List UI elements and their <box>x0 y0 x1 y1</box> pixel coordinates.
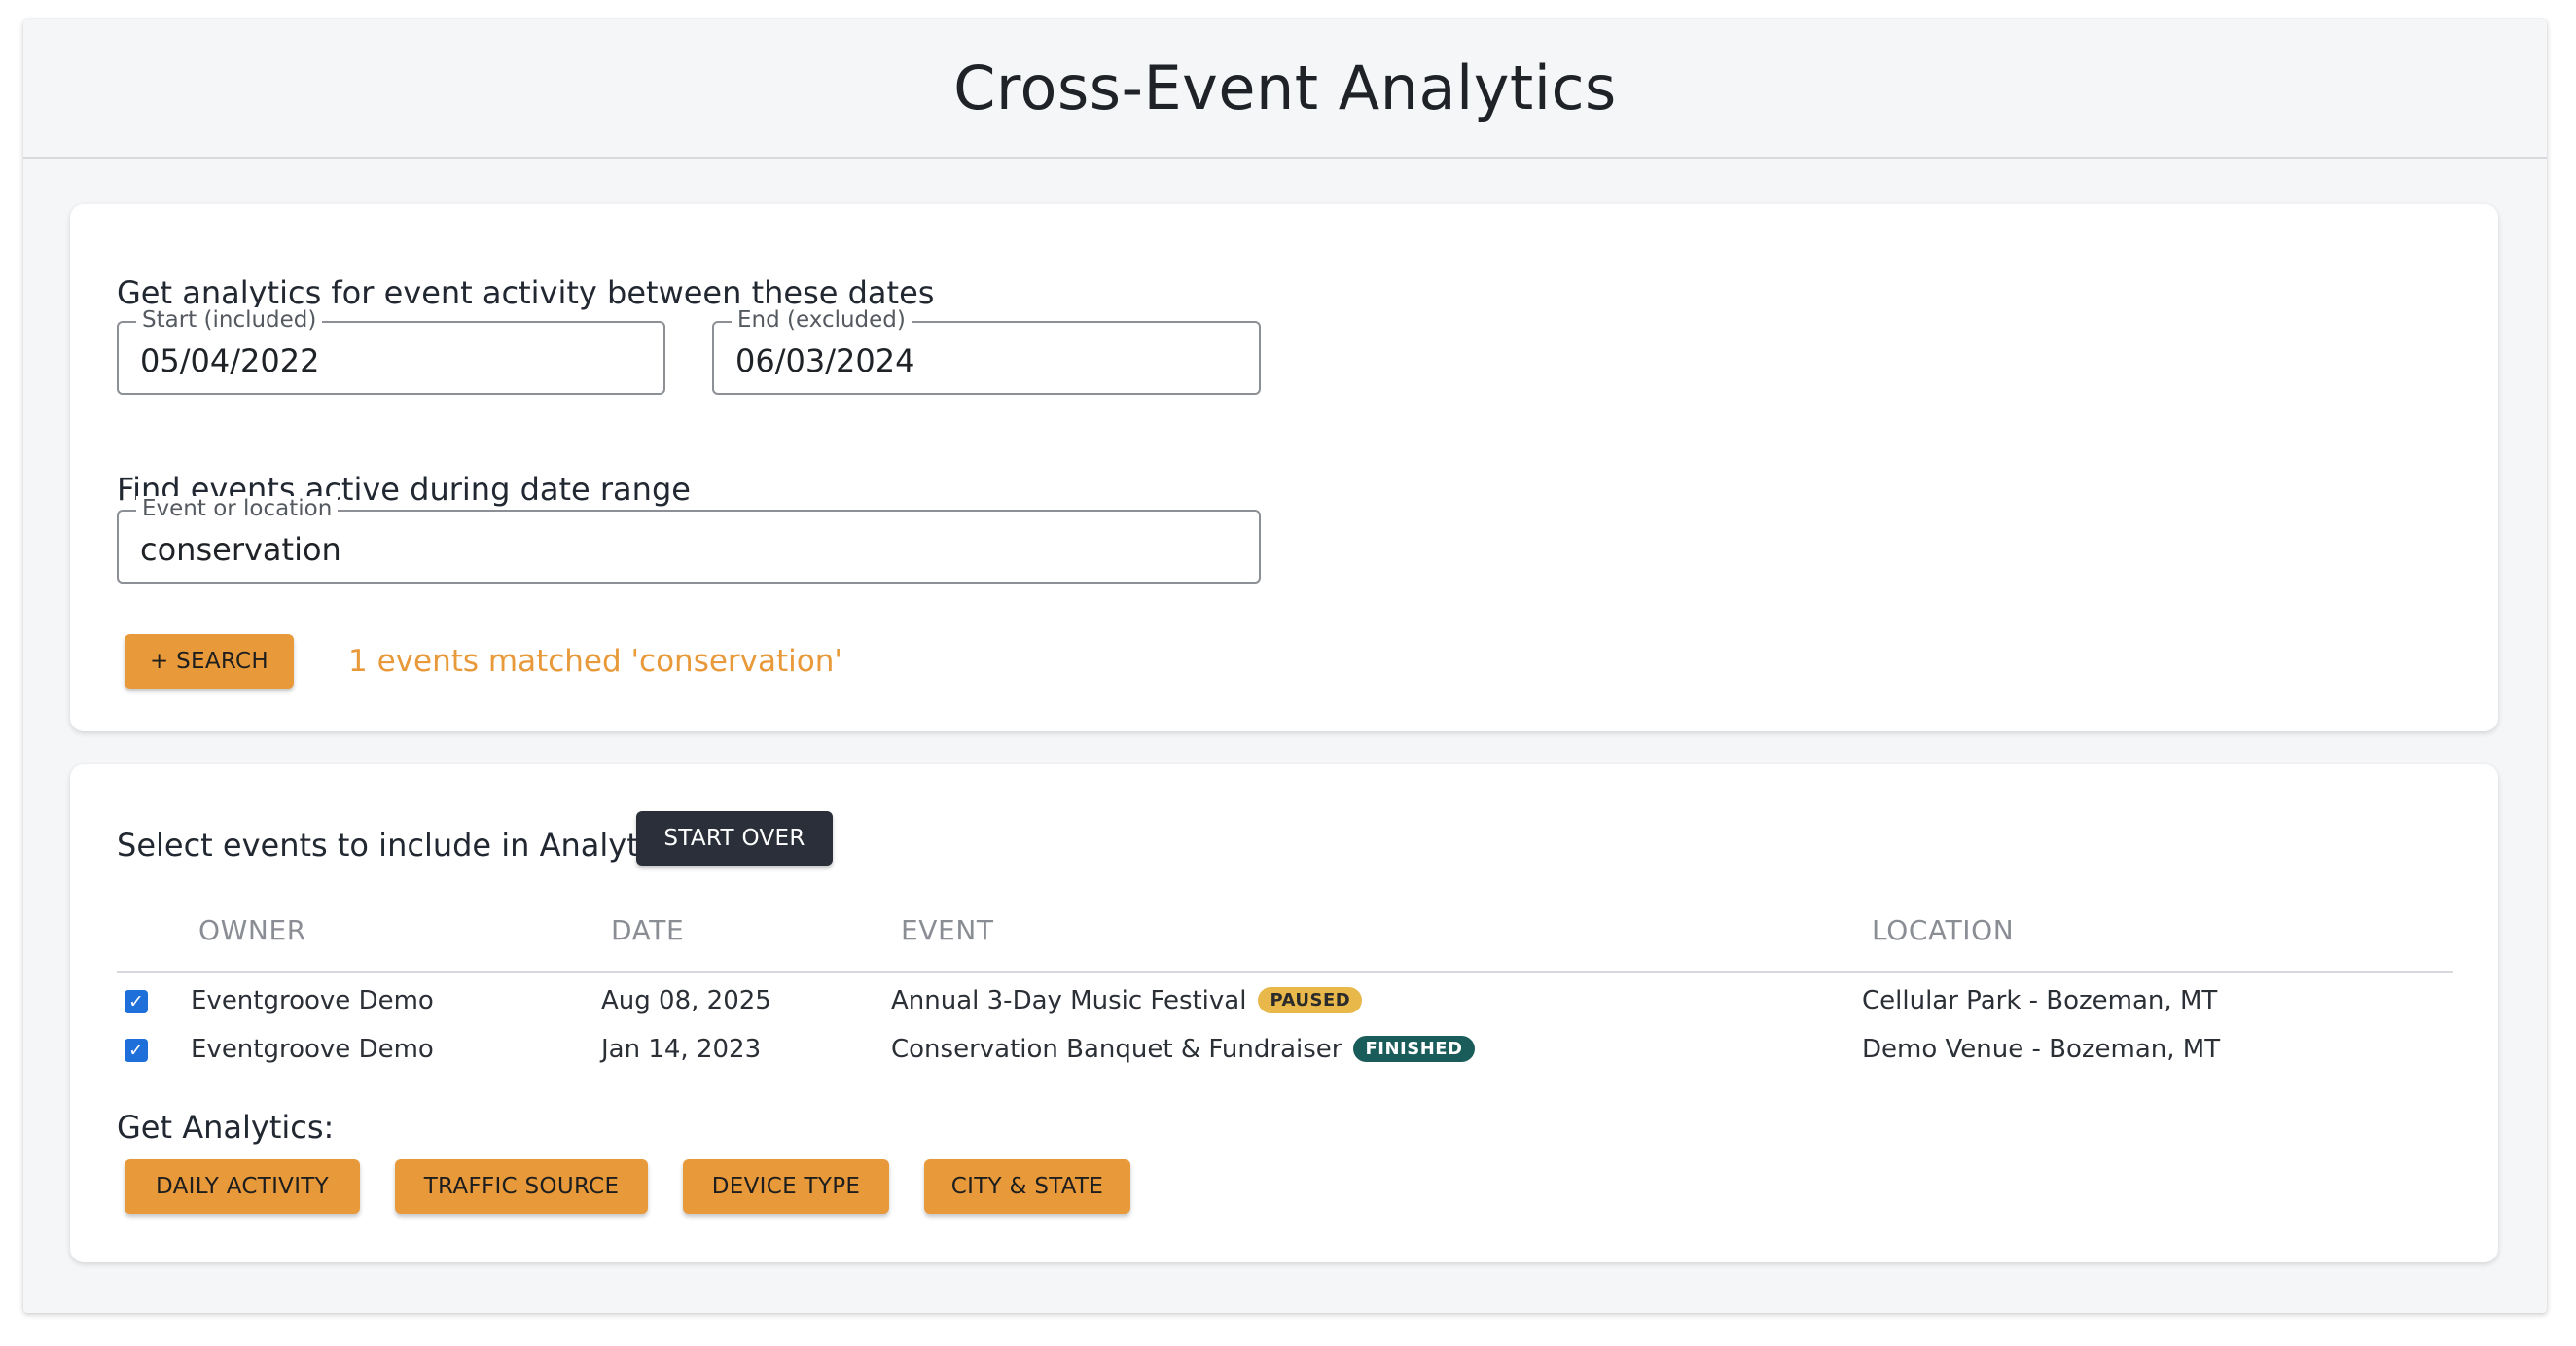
date-range-label: Get analytics for event activity between… <box>117 274 935 311</box>
start-date-field[interactable]: Start (included) 05/04/2022 <box>117 307 665 395</box>
start-date-legend: Start (included) <box>136 307 323 333</box>
match-count-text: 1 events matched 'conservation' <box>348 644 842 679</box>
select-events-label: Select events to include in Analytics: <box>117 827 692 864</box>
traffic-source-button[interactable]: TRAFFIC SOURCE <box>395 1159 648 1214</box>
row-checkbox[interactable]: ✓ <box>125 990 148 1013</box>
analytics-panel: Cross-Event Analytics Get analytics for … <box>23 19 2547 1313</box>
event-search-input[interactable]: conservation <box>140 531 341 568</box>
column-header-event[interactable]: EVENT <box>901 914 994 946</box>
start-date-value[interactable]: 05/04/2022 <box>140 342 319 379</box>
event-cell: Annual 3-Day Music Festival PAUSED <box>891 986 1363 1015</box>
event-cell: Conservation Banquet & Fundraiser FINISHE… <box>891 1035 1475 1064</box>
device-type-button[interactable]: DEVICE TYPE <box>683 1159 889 1214</box>
page-header: Cross-Event Analytics <box>23 19 2547 159</box>
end-date-legend: End (excluded) <box>732 307 912 333</box>
event-search-field[interactable]: Event or location conservation <box>117 496 1261 584</box>
start-over-button[interactable]: START OVER <box>636 811 833 866</box>
get-analytics-label: Get Analytics: <box>117 1109 335 1146</box>
column-header-date[interactable]: DATE <box>611 914 684 946</box>
search-button[interactable]: + SEARCH <box>125 634 294 689</box>
selection-card: Select events to include in Analytics: S… <box>70 764 2498 1262</box>
table-divider <box>117 971 2453 973</box>
date-cell: Aug 08, 2025 <box>601 986 771 1015</box>
location-cell: Cellular Park - Bozeman, MT <box>1862 986 2218 1015</box>
table-row: ✓ Eventgroove Demo Aug 08, 2025 Annual 3… <box>70 980 2498 1027</box>
event-name: Conservation Banquet & Fundraiser <box>891 1035 1342 1064</box>
status-badge: FINISHED <box>1353 1036 1475 1062</box>
owner-cell: Eventgroove Demo <box>191 986 434 1015</box>
column-header-location[interactable]: LOCATION <box>1872 914 2014 946</box>
daily-activity-button[interactable]: DAILY ACTIVITY <box>125 1159 360 1214</box>
search-card: Get analytics for event activity between… <box>70 204 2498 731</box>
event-search-legend: Event or location <box>136 496 339 521</box>
date-cell: Jan 14, 2023 <box>601 1035 762 1064</box>
end-date-value[interactable]: 06/03/2024 <box>735 342 914 379</box>
city-state-button[interactable]: CITY & STATE <box>924 1159 1130 1214</box>
owner-cell: Eventgroove Demo <box>191 1035 434 1064</box>
location-cell: Demo Venue - Bozeman, MT <box>1862 1035 2221 1064</box>
column-header-owner[interactable]: OWNER <box>198 914 306 946</box>
end-date-field[interactable]: End (excluded) 06/03/2024 <box>712 307 1261 395</box>
event-name: Annual 3-Day Music Festival <box>891 986 1247 1015</box>
row-checkbox[interactable]: ✓ <box>125 1039 148 1062</box>
table-row: ✓ Eventgroove Demo Jan 14, 2023 Conserva… <box>70 1029 2498 1076</box>
page-title: Cross-Event Analytics <box>953 53 1617 124</box>
status-badge: PAUSED <box>1258 987 1363 1013</box>
